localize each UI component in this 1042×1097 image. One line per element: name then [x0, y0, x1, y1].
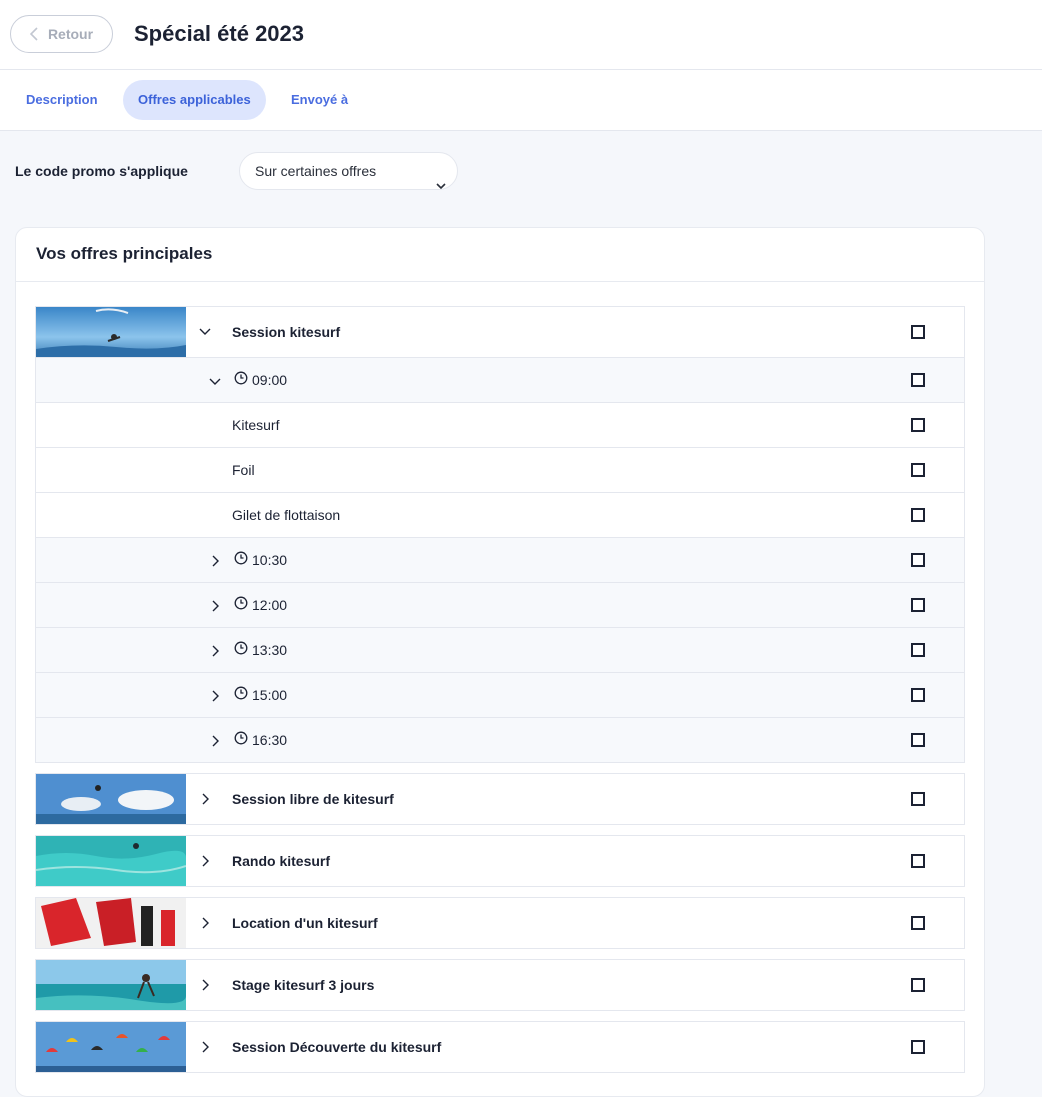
slot-item-checkbox[interactable]	[911, 418, 925, 432]
offer-row[interactable]: Session libre de kitesurf	[35, 773, 965, 825]
slot-item-label: Foil	[232, 462, 255, 478]
slot-item-label: Gilet de flottaison	[232, 507, 341, 523]
promo-scope-value: Sur certaines offres	[255, 163, 377, 179]
main-offers-title: Vos offres principales	[36, 244, 213, 263]
time-slot-checkbox[interactable]	[911, 553, 925, 567]
time-slot-row[interactable]: 13:30	[36, 627, 964, 672]
time-slot-checkbox[interactable]	[911, 373, 925, 387]
offer-checkbox[interactable]	[911, 792, 925, 806]
chevron-left-icon	[29, 27, 38, 41]
clock-icon	[234, 686, 248, 700]
clock-icon	[234, 731, 248, 745]
chevron-right-icon[interactable]	[198, 978, 212, 992]
back-button-label: Retour	[47, 26, 94, 42]
chevron-down-icon[interactable]	[198, 325, 212, 339]
chevron-down-icon[interactable]	[208, 375, 222, 389]
slot-item-row[interactable]: Gilet de flottaison	[36, 492, 964, 537]
offer-checkbox[interactable]	[911, 916, 925, 930]
offer-name: Session Découverte du kitesurf	[232, 1039, 442, 1055]
slot-item-checkbox[interactable]	[911, 508, 925, 522]
offer-checkbox[interactable]	[911, 978, 925, 992]
tab-offres-applicables[interactable]: Offres applicables	[123, 80, 266, 120]
time-slot-row[interactable]: 12:00	[36, 582, 964, 627]
page-title: Spécial été 2023	[134, 21, 305, 46]
slot-item-checkbox[interactable]	[911, 463, 925, 477]
tab-description[interactable]: Description	[11, 80, 113, 120]
slot-item-row[interactable]: Kitesurf	[36, 402, 964, 447]
chevron-right-icon[interactable]	[198, 916, 212, 930]
time-slot-label: 09:00	[252, 372, 288, 388]
offer-checkbox[interactable]	[911, 854, 925, 868]
time-slot-row[interactable]: 09:00	[36, 357, 964, 402]
time-slot-label: 15:00	[252, 687, 288, 703]
time-slot-row[interactable]: 15:00	[36, 672, 964, 717]
time-slot-row[interactable]: 16:30	[36, 717, 964, 762]
slot-item-row[interactable]: Foil	[36, 447, 964, 492]
offer-row[interactable]: Rando kitesurf	[35, 835, 965, 887]
offer-group-session-kitesurf: Session kitesurf 09:00 Kitesurf Foil Gil…	[35, 306, 965, 763]
offer-name: Session kitesurf	[232, 324, 341, 340]
tab-bar: Description Offres applicables Envoyé à	[0, 70, 1042, 131]
offer-name: Stage kitesurf 3 jours	[232, 977, 375, 993]
time-slot-checkbox[interactable]	[911, 733, 925, 747]
chevron-right-icon[interactable]	[198, 1040, 212, 1054]
offer-name: Session libre de kitesurf	[232, 791, 394, 807]
time-slot-label: 16:30	[252, 732, 288, 748]
offer-image-rando	[36, 836, 186, 886]
chevron-right-icon[interactable]	[198, 792, 212, 806]
offer-image-session-libre	[36, 774, 186, 824]
top-bar: Retour Spécial été 2023	[0, 0, 1042, 70]
clock-icon	[234, 551, 248, 565]
promo-scope-select[interactable]: Sur certaines offres	[239, 152, 458, 190]
offer-row[interactable]: Location d'un kitesurf	[35, 897, 965, 949]
time-slot-label: 12:00	[252, 597, 288, 613]
offer-image-kitesurf	[36, 307, 186, 357]
chevron-right-icon[interactable]	[198, 854, 212, 868]
offer-image-stage	[36, 960, 186, 1010]
offer-checkbox[interactable]	[911, 325, 925, 339]
clock-icon	[234, 596, 248, 610]
card-divider	[16, 281, 984, 282]
promo-scope-label: Le code promo s'applique	[15, 163, 188, 179]
offer-name: Rando kitesurf	[232, 853, 331, 869]
chevron-down-icon	[436, 167, 446, 203]
chevron-right-icon[interactable]	[208, 644, 222, 658]
back-button[interactable]: Retour	[10, 15, 113, 53]
time-slot-label: 13:30	[252, 642, 288, 658]
time-slot-checkbox[interactable]	[911, 643, 925, 657]
offer-checkbox[interactable]	[911, 1040, 925, 1054]
clock-icon	[234, 371, 248, 385]
offer-row[interactable]: Stage kitesurf 3 jours	[35, 959, 965, 1011]
chevron-right-icon[interactable]	[208, 599, 222, 613]
time-slot-label: 10:30	[252, 552, 288, 568]
tab-envoye-a[interactable]: Envoyé à	[276, 80, 363, 120]
clock-icon	[234, 641, 248, 655]
offer-image-decouverte	[36, 1022, 186, 1072]
time-slot-checkbox[interactable]	[911, 598, 925, 612]
time-slot-row[interactable]: 10:30	[36, 537, 964, 582]
chevron-right-icon[interactable]	[208, 689, 222, 703]
offer-image-location	[36, 898, 186, 948]
chevron-right-icon[interactable]	[208, 734, 222, 748]
slot-item-label: Kitesurf	[232, 417, 280, 433]
offer-row[interactable]: Session Découverte du kitesurf	[35, 1021, 965, 1073]
time-slot-checkbox[interactable]	[911, 688, 925, 702]
offer-row[interactable]: Session kitesurf	[36, 307, 964, 357]
chevron-right-icon[interactable]	[208, 554, 222, 568]
offer-name: Location d'un kitesurf	[232, 915, 378, 931]
